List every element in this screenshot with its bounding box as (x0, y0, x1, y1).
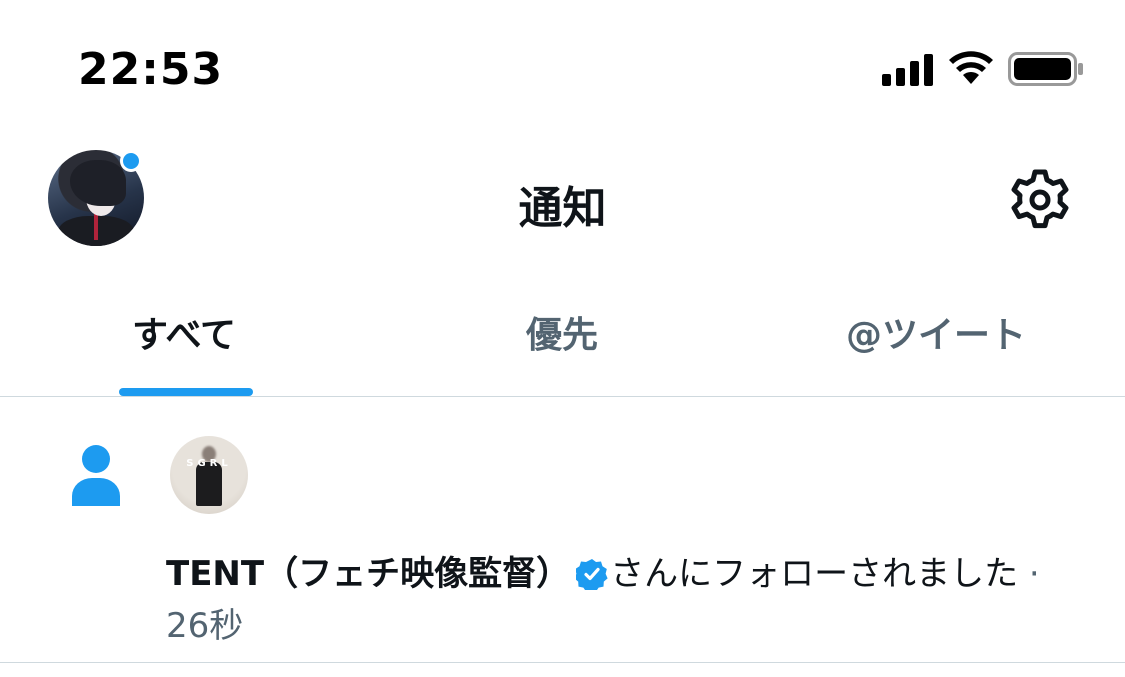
tab-all[interactable]: すべて (132, 306, 236, 358)
avatar-logo-text: SGRL (186, 458, 232, 469)
notification-text: TENT（フェチ映像監督） さんにフォローされました · (166, 546, 1040, 595)
status-time: 22:53 (78, 44, 224, 95)
tab-mentions[interactable]: @ツイート (846, 306, 1026, 358)
gear-icon[interactable] (1008, 168, 1072, 232)
cellular-signal-icon (882, 52, 934, 86)
notification-message: さんにフォローされました (610, 554, 1019, 594)
tab-priority[interactable]: 優先 (526, 306, 598, 358)
battery-icon (1008, 52, 1083, 86)
page-title: 通知 (518, 183, 607, 234)
separator-dot: · (1028, 554, 1040, 594)
wifi-icon (949, 51, 993, 84)
active-tab-indicator (119, 388, 253, 396)
unread-indicator-dot (120, 150, 142, 172)
follower-name-link[interactable]: TENT（フェチ映像監督） (166, 554, 570, 594)
row-divider (0, 662, 1125, 663)
follower-avatar[interactable]: SGRL (170, 436, 248, 514)
person-icon (72, 445, 120, 506)
tabs-divider (0, 396, 1125, 397)
verified-badge-icon (576, 559, 608, 590)
notification-time: 26秒 (166, 606, 244, 646)
